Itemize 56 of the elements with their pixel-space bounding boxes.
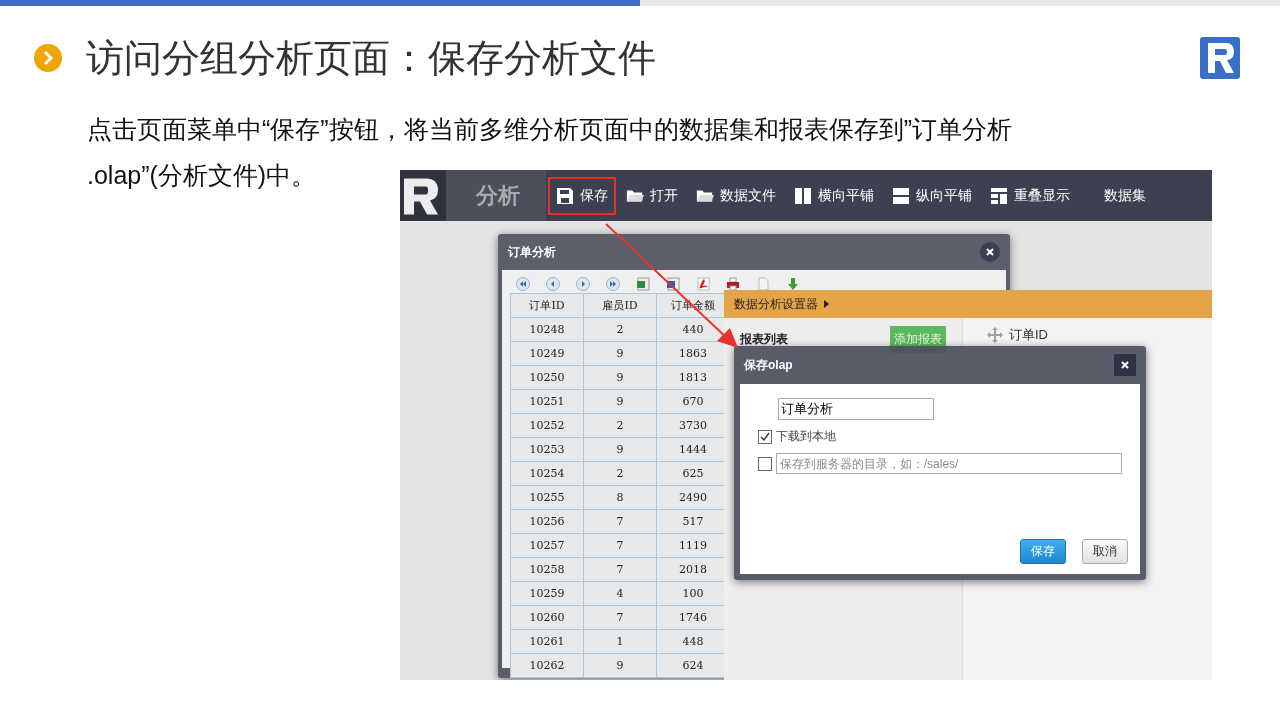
menu-item[interactable]: 横向平铺 (786, 176, 882, 215)
body-text-line: 点击页面菜单中“保存”按钮，将当前多维分析页面中的数据集和报表保存到”订单分析 (87, 114, 1012, 145)
name-field[interactable]: 订单分析 (778, 398, 934, 420)
close-button[interactable] (980, 242, 1000, 262)
checkbox[interactable] (758, 456, 772, 471)
window-title: 订单分析 (508, 243, 556, 261)
column-header: 雇员ID (583, 293, 657, 318)
download-icon[interactable] (786, 277, 800, 291)
dialog-title: 保存olap (744, 356, 793, 374)
table-cell: 10256 (510, 509, 584, 534)
menu-item[interactable]: 保存 (548, 176, 616, 215)
menu-item[interactable]: 纵向平铺 (884, 176, 980, 215)
table-cell: 10248 (510, 317, 584, 342)
table-cell: 10250 (510, 365, 584, 390)
table-cell: 10251 (510, 389, 584, 414)
table-cell: 10258 (510, 557, 584, 582)
logo-icon (1200, 37, 1240, 79)
column-header: 订单ID (510, 293, 584, 318)
slide-title: 访问分组分析页面：保存分析文件 (86, 35, 657, 81)
table-cell: 10253 (510, 437, 584, 462)
checkbox[interactable] (758, 429, 772, 444)
path-field[interactable]: 保存到服务器的目录，如：/sales/ (775, 453, 1122, 474)
chevron-bullet-icon (34, 44, 62, 72)
table-cell: 10262 (510, 653, 584, 678)
table-cell: 10257 (510, 533, 584, 558)
settings-title: 数据分析设置器 (734, 295, 818, 313)
table-cell: 10254 (510, 461, 584, 486)
rows-icon (892, 186, 910, 205)
next-page-icon[interactable] (576, 277, 590, 291)
menu-item[interactable]: 重叠显示 (982, 176, 1078, 215)
menu-item[interactable]: 打开 (618, 176, 686, 215)
table-cell: 10259 (510, 581, 584, 606)
body-text-line: .olap”(分析文件)中。 (87, 160, 317, 191)
menu-item[interactable]: 数据集 (1096, 176, 1154, 215)
cancel-button[interactable]: 取消 (1082, 539, 1128, 564)
menu-item[interactable]: 数据文件 (688, 176, 784, 215)
first-page-icon[interactable] (516, 277, 530, 291)
report-list-label: 报表列表 (740, 331, 788, 348)
table-cell: 10255 (510, 485, 584, 510)
app-brand: 分析 (446, 170, 546, 221)
last-page-icon[interactable] (606, 277, 620, 291)
checkbox-label: 下载到本地 (776, 428, 836, 445)
spreadsheet-icon[interactable] (636, 277, 650, 291)
table-cell: 10261 (510, 629, 584, 654)
close-button[interactable] (1114, 354, 1136, 376)
previous-page-icon[interactable] (546, 277, 560, 291)
pdf-icon[interactable] (696, 277, 710, 291)
field-label[interactable]: 订单ID (1009, 326, 1048, 344)
document-icon[interactable] (666, 277, 680, 291)
table-cell: 10249 (510, 341, 584, 366)
columns-icon (794, 186, 812, 205)
table-cell: 10260 (510, 605, 584, 630)
table-cell: 10252 (510, 413, 584, 438)
printer-icon[interactable] (726, 277, 740, 291)
layout-icon (990, 186, 1008, 205)
triangle-icon (824, 300, 829, 308)
